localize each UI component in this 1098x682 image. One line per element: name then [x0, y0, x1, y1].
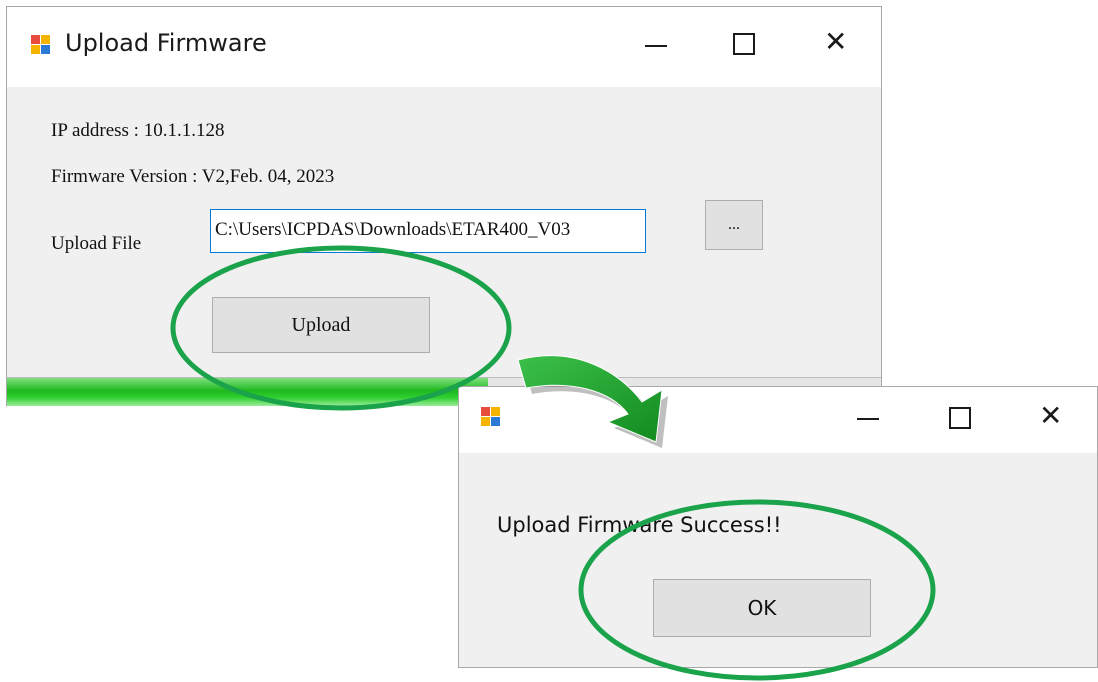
minimize-icon[interactable] — [857, 418, 879, 420]
upload-file-label: Upload File — [51, 233, 142, 254]
browse-button-label: ... — [728, 216, 740, 233]
app-window-icon — [481, 407, 501, 427]
close-icon[interactable]: ✕ — [1039, 399, 1062, 432]
upload-progress-fill — [7, 378, 488, 406]
title-bar: Upload Firmware ✕ — [7, 7, 881, 87]
window-title: Upload Firmware — [65, 29, 267, 57]
close-icon[interactable]: ✕ — [824, 25, 847, 58]
ok-button[interactable]: OK — [653, 579, 871, 637]
upload-firmware-window: Upload Firmware ✕ IP address : 10.1.1.12… — [6, 6, 882, 406]
success-message: Upload Firmware Success!! — [497, 513, 782, 537]
browse-button[interactable]: ... — [705, 200, 763, 250]
firmware-version-label: Firmware Version : V2,Feb. 04, 2023 — [51, 166, 335, 187]
success-dialog: ✕ Upload Firmware Success!! OK — [458, 386, 1098, 668]
maximize-icon[interactable] — [949, 407, 971, 429]
upload-file-path-input[interactable]: C:\Users\ICPDAS\Downloads\ETAR400_V03 — [210, 209, 646, 253]
maximize-icon[interactable] — [733, 33, 755, 55]
upload-button-label: Upload — [291, 313, 351, 336]
dialog-title-bar: ✕ — [459, 387, 1097, 453]
app-window-icon — [31, 35, 51, 55]
minimize-icon[interactable] — [645, 45, 667, 47]
upload-button[interactable]: Upload — [212, 297, 430, 353]
ok-button-label: OK — [747, 596, 777, 620]
ip-address-label: IP address : 10.1.1.128 — [51, 120, 225, 141]
